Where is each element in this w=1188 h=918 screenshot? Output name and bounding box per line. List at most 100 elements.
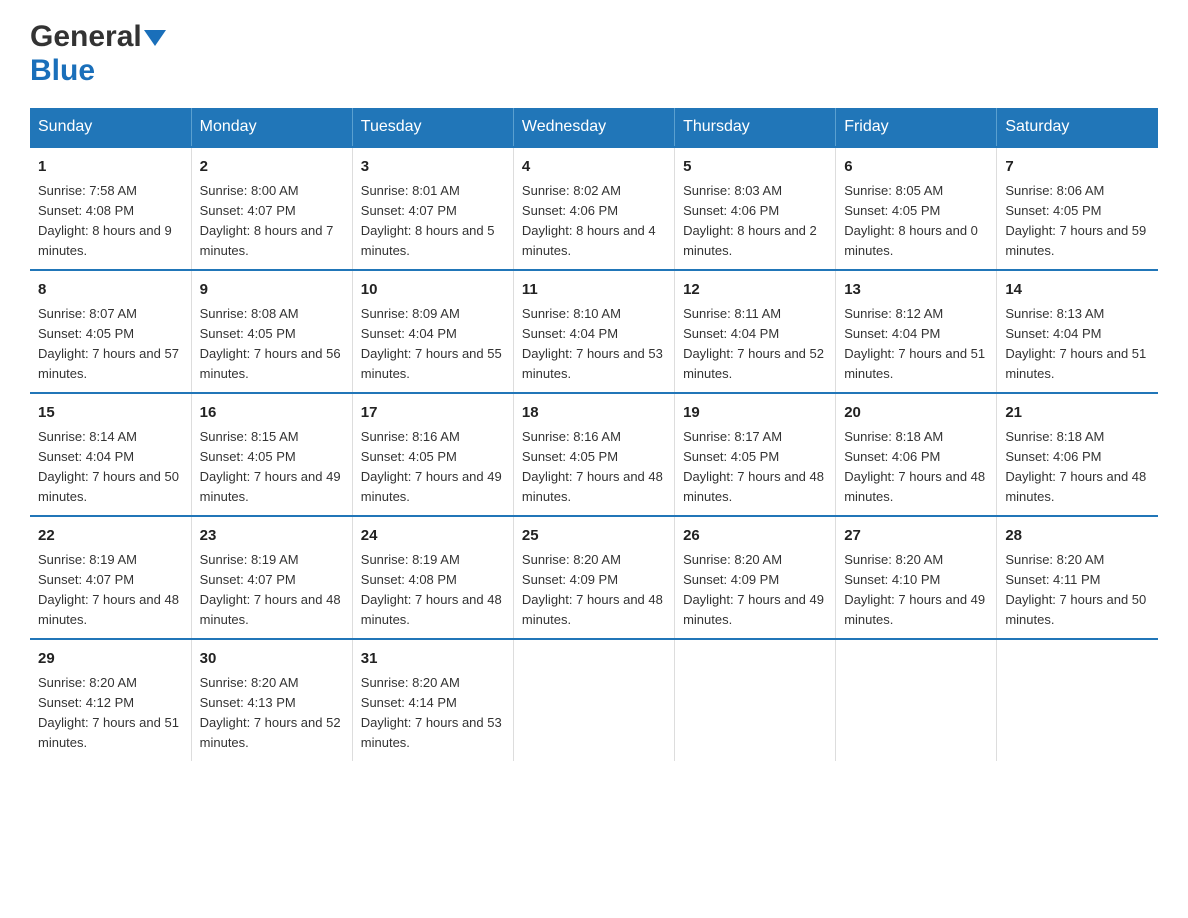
- calendar-cell: 1Sunrise: 7:58 AMSunset: 4:08 PMDaylight…: [30, 147, 191, 270]
- calendar-cell: [675, 639, 836, 761]
- day-info: Sunrise: 8:17 AMSunset: 4:05 PMDaylight:…: [683, 427, 827, 508]
- day-headers-row: SundayMondayTuesdayWednesdayThursdayFrid…: [30, 108, 1158, 147]
- day-info: Sunrise: 8:20 AMSunset: 4:12 PMDaylight:…: [38, 673, 183, 754]
- calendar-cell: 2Sunrise: 8:00 AMSunset: 4:07 PMDaylight…: [191, 147, 352, 270]
- calendar-cell: 5Sunrise: 8:03 AMSunset: 4:06 PMDaylight…: [675, 147, 836, 270]
- day-info: Sunrise: 8:02 AMSunset: 4:06 PMDaylight:…: [522, 181, 666, 262]
- day-info: Sunrise: 8:20 AMSunset: 4:11 PMDaylight:…: [1005, 550, 1150, 631]
- day-number: 10: [361, 279, 505, 302]
- calendar-cell: [997, 639, 1158, 761]
- day-number: 23: [200, 525, 344, 548]
- calendar-cell: 7Sunrise: 8:06 AMSunset: 4:05 PMDaylight…: [997, 147, 1158, 270]
- day-number: 4: [522, 156, 666, 179]
- day-number: 12: [683, 279, 827, 302]
- page-header: General Blue: [30, 20, 1158, 88]
- day-info: Sunrise: 8:18 AMSunset: 4:06 PMDaylight:…: [1005, 427, 1150, 508]
- day-info: Sunrise: 8:05 AMSunset: 4:05 PMDaylight:…: [844, 181, 988, 262]
- calendar-cell: 27Sunrise: 8:20 AMSunset: 4:10 PMDayligh…: [836, 516, 997, 639]
- day-info: Sunrise: 8:14 AMSunset: 4:04 PMDaylight:…: [38, 427, 183, 508]
- day-info: Sunrise: 8:20 AMSunset: 4:13 PMDaylight:…: [200, 673, 344, 754]
- calendar-cell: 14Sunrise: 8:13 AMSunset: 4:04 PMDayligh…: [997, 270, 1158, 393]
- day-info: Sunrise: 8:16 AMSunset: 4:05 PMDaylight:…: [522, 427, 666, 508]
- calendar-cell: [513, 639, 674, 761]
- day-info: Sunrise: 7:58 AMSunset: 4:08 PMDaylight:…: [38, 181, 183, 262]
- calendar-cell: 8Sunrise: 8:07 AMSunset: 4:05 PMDaylight…: [30, 270, 191, 393]
- day-info: Sunrise: 8:10 AMSunset: 4:04 PMDaylight:…: [522, 304, 666, 385]
- day-number: 15: [38, 402, 183, 425]
- day-info: Sunrise: 8:19 AMSunset: 4:07 PMDaylight:…: [38, 550, 183, 631]
- day-number: 22: [38, 525, 183, 548]
- day-info: Sunrise: 8:20 AMSunset: 4:10 PMDaylight:…: [844, 550, 988, 631]
- day-info: Sunrise: 8:12 AMSunset: 4:04 PMDaylight:…: [844, 304, 988, 385]
- week-row-1: 1Sunrise: 7:58 AMSunset: 4:08 PMDaylight…: [30, 147, 1158, 270]
- day-info: Sunrise: 8:01 AMSunset: 4:07 PMDaylight:…: [361, 181, 505, 262]
- calendar-cell: 10Sunrise: 8:09 AMSunset: 4:04 PMDayligh…: [352, 270, 513, 393]
- day-header-saturday: Saturday: [997, 108, 1158, 147]
- day-number: 29: [38, 648, 183, 671]
- calendar-cell: 20Sunrise: 8:18 AMSunset: 4:06 PMDayligh…: [836, 393, 997, 516]
- calendar-cell: 9Sunrise: 8:08 AMSunset: 4:05 PMDaylight…: [191, 270, 352, 393]
- day-number: 27: [844, 525, 988, 548]
- day-info: Sunrise: 8:20 AMSunset: 4:09 PMDaylight:…: [522, 550, 666, 631]
- calendar-cell: 13Sunrise: 8:12 AMSunset: 4:04 PMDayligh…: [836, 270, 997, 393]
- calendar-cell: 6Sunrise: 8:05 AMSunset: 4:05 PMDaylight…: [836, 147, 997, 270]
- day-number: 14: [1005, 279, 1150, 302]
- day-number: 18: [522, 402, 666, 425]
- day-info: Sunrise: 8:09 AMSunset: 4:04 PMDaylight:…: [361, 304, 505, 385]
- day-number: 1: [38, 156, 183, 179]
- day-info: Sunrise: 8:18 AMSunset: 4:06 PMDaylight:…: [844, 427, 988, 508]
- day-header-sunday: Sunday: [30, 108, 191, 147]
- calendar-cell: 29Sunrise: 8:20 AMSunset: 4:12 PMDayligh…: [30, 639, 191, 761]
- day-number: 2: [200, 156, 344, 179]
- day-info: Sunrise: 8:20 AMSunset: 4:14 PMDaylight:…: [361, 673, 505, 754]
- day-header-friday: Friday: [836, 108, 997, 147]
- calendar-cell: 23Sunrise: 8:19 AMSunset: 4:07 PMDayligh…: [191, 516, 352, 639]
- calendar-cell: 28Sunrise: 8:20 AMSunset: 4:11 PMDayligh…: [997, 516, 1158, 639]
- week-row-4: 22Sunrise: 8:19 AMSunset: 4:07 PMDayligh…: [30, 516, 1158, 639]
- day-number: 3: [361, 156, 505, 179]
- day-number: 25: [522, 525, 666, 548]
- day-number: 16: [200, 402, 344, 425]
- calendar-cell: 18Sunrise: 8:16 AMSunset: 4:05 PMDayligh…: [513, 393, 674, 516]
- day-header-monday: Monday: [191, 108, 352, 147]
- day-info: Sunrise: 8:20 AMSunset: 4:09 PMDaylight:…: [683, 550, 827, 631]
- day-info: Sunrise: 8:19 AMSunset: 4:08 PMDaylight:…: [361, 550, 505, 631]
- calendar-body: 1Sunrise: 7:58 AMSunset: 4:08 PMDaylight…: [30, 147, 1158, 761]
- day-info: Sunrise: 8:16 AMSunset: 4:05 PMDaylight:…: [361, 427, 505, 508]
- logo: General Blue: [30, 20, 166, 88]
- calendar-cell: [836, 639, 997, 761]
- day-number: 17: [361, 402, 505, 425]
- logo-general-text: General: [30, 20, 142, 54]
- week-row-3: 15Sunrise: 8:14 AMSunset: 4:04 PMDayligh…: [30, 393, 1158, 516]
- calendar-cell: 22Sunrise: 8:19 AMSunset: 4:07 PMDayligh…: [30, 516, 191, 639]
- day-info: Sunrise: 8:11 AMSunset: 4:04 PMDaylight:…: [683, 304, 827, 385]
- calendar-cell: 25Sunrise: 8:20 AMSunset: 4:09 PMDayligh…: [513, 516, 674, 639]
- day-info: Sunrise: 8:13 AMSunset: 4:04 PMDaylight:…: [1005, 304, 1150, 385]
- day-number: 20: [844, 402, 988, 425]
- day-number: 6: [844, 156, 988, 179]
- day-info: Sunrise: 8:06 AMSunset: 4:05 PMDaylight:…: [1005, 181, 1150, 262]
- calendar-cell: 17Sunrise: 8:16 AMSunset: 4:05 PMDayligh…: [352, 393, 513, 516]
- day-number: 11: [522, 279, 666, 302]
- day-number: 19: [683, 402, 827, 425]
- calendar-cell: 31Sunrise: 8:20 AMSunset: 4:14 PMDayligh…: [352, 639, 513, 761]
- day-info: Sunrise: 8:15 AMSunset: 4:05 PMDaylight:…: [200, 427, 344, 508]
- calendar-cell: 12Sunrise: 8:11 AMSunset: 4:04 PMDayligh…: [675, 270, 836, 393]
- day-info: Sunrise: 8:19 AMSunset: 4:07 PMDaylight:…: [200, 550, 344, 631]
- day-number: 30: [200, 648, 344, 671]
- calendar-cell: 26Sunrise: 8:20 AMSunset: 4:09 PMDayligh…: [675, 516, 836, 639]
- day-info: Sunrise: 8:00 AMSunset: 4:07 PMDaylight:…: [200, 181, 344, 262]
- day-number: 24: [361, 525, 505, 548]
- calendar-cell: 21Sunrise: 8:18 AMSunset: 4:06 PMDayligh…: [997, 393, 1158, 516]
- calendar-cell: 3Sunrise: 8:01 AMSunset: 4:07 PMDaylight…: [352, 147, 513, 270]
- week-row-2: 8Sunrise: 8:07 AMSunset: 4:05 PMDaylight…: [30, 270, 1158, 393]
- calendar-cell: 24Sunrise: 8:19 AMSunset: 4:08 PMDayligh…: [352, 516, 513, 639]
- calendar-header: SundayMondayTuesdayWednesdayThursdayFrid…: [30, 108, 1158, 147]
- day-number: 7: [1005, 156, 1150, 179]
- day-number: 28: [1005, 525, 1150, 548]
- calendar-table: SundayMondayTuesdayWednesdayThursdayFrid…: [30, 108, 1158, 761]
- day-number: 26: [683, 525, 827, 548]
- day-header-tuesday: Tuesday: [352, 108, 513, 147]
- calendar-cell: 16Sunrise: 8:15 AMSunset: 4:05 PMDayligh…: [191, 393, 352, 516]
- day-info: Sunrise: 8:03 AMSunset: 4:06 PMDaylight:…: [683, 181, 827, 262]
